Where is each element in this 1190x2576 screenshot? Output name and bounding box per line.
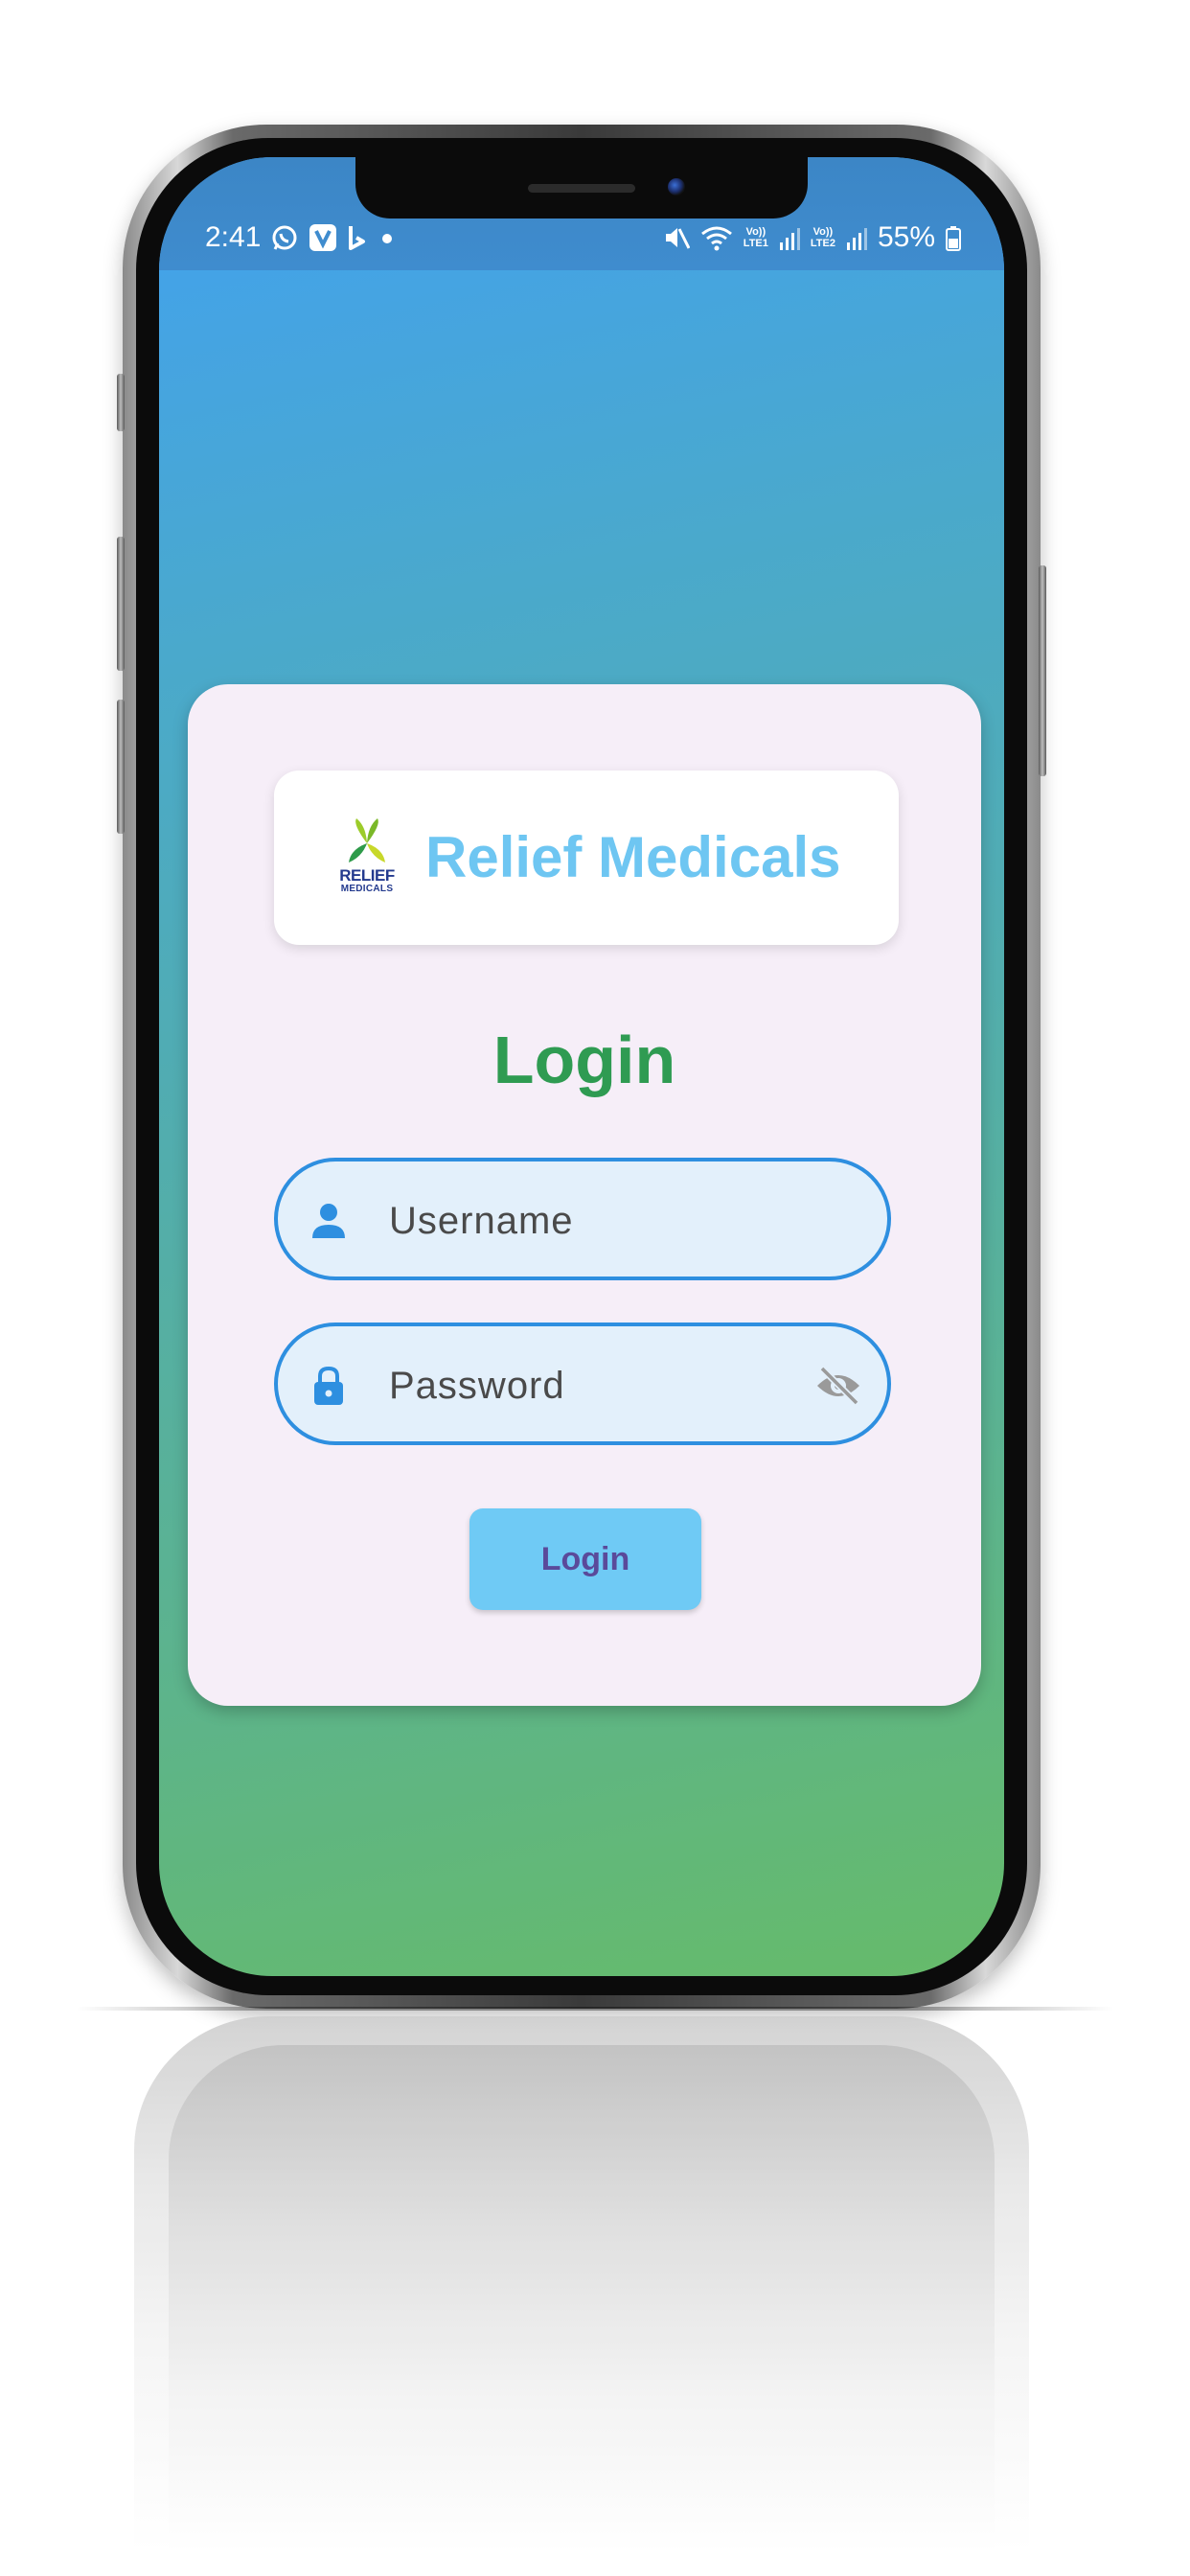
login-title: Login (492, 1023, 676, 1097)
phone-reflection (134, 2016, 1029, 2553)
network-label-1: Vo)) LTE1 (744, 226, 768, 249)
status-left: 2:41 (205, 218, 397, 257)
login-button[interactable]: Login (469, 1508, 701, 1610)
network-label-2: Vo)) LTE2 (811, 226, 835, 249)
status-time: 2:41 (205, 221, 262, 253)
logo-text-relief: RELIEF (339, 866, 395, 885)
relief-medicals-logo: RELIEF MEDICALS (332, 816, 402, 897)
signal-icon (845, 222, 868, 253)
leaf-cross-icon (349, 818, 385, 862)
person-icon (309, 1200, 349, 1242)
notification-dot-icon (378, 222, 397, 253)
brand-name: Relief Medicals (425, 825, 841, 889)
notch (355, 157, 808, 218)
login-card: RELIEF MEDICALS Relief Medicals Login Us… (188, 684, 981, 1706)
front-camera (668, 178, 685, 196)
brand-header: RELIEF MEDICALS Relief Medicals (274, 770, 899, 945)
network-2-lte: LTE2 (810, 238, 835, 249)
action-button (117, 374, 125, 431)
status-right: Vo)) LTE1 Vo)) LTE2 55% (663, 218, 962, 257)
network-1-volte: Vo)) (745, 226, 767, 238)
surface-shadow (77, 2007, 1113, 2011)
volume-up-button (117, 537, 125, 671)
volume-down-button (117, 700, 125, 834)
mute-icon (663, 222, 690, 253)
power-button (1039, 565, 1046, 776)
username-field[interactable]: Username (274, 1158, 891, 1280)
phone-reflection-screen (169, 2045, 995, 2553)
username-placeholder: Username (389, 1200, 574, 1242)
wifi-icon (699, 222, 734, 253)
password-placeholder: Password (389, 1365, 565, 1407)
battery-percentage: 55% (877, 221, 935, 253)
speaker-grille (528, 184, 635, 193)
network-2-volte: Vo)) (812, 226, 834, 238)
v-app-icon (309, 222, 337, 253)
network-1-lte: LTE1 (743, 238, 768, 249)
bing-icon (347, 222, 368, 253)
battery-icon (945, 222, 962, 253)
signal-icon (778, 222, 801, 253)
password-field[interactable]: Password (274, 1322, 891, 1445)
phone-frame: 2:41 Vo)) LTE1 Vo)) LTE2 55% RELIEF MEDI… (117, 125, 1046, 2009)
visibility-off-icon[interactable] (814, 1365, 862, 1407)
screen: 2:41 Vo)) LTE1 Vo)) LTE2 55% RELIEF MEDI… (159, 157, 1004, 1976)
logo-text-medicals: MEDICALS (340, 884, 394, 894)
whatsapp-icon (270, 222, 299, 253)
lock-icon (309, 1365, 349, 1407)
